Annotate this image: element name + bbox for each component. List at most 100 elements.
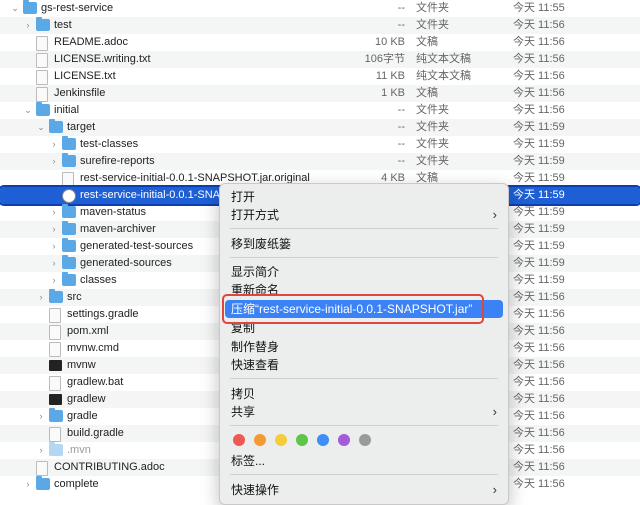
tag-color-dot[interactable] [359,434,371,446]
chevron-right-icon[interactable]: › [49,240,59,253]
tag-color-dot[interactable] [296,434,308,446]
document-icon [49,342,61,357]
file-size: 106字节 [364,53,405,65]
folder-icon [36,17,50,31]
file-name: generated-sources [80,257,172,269]
tag-color-dot[interactable] [338,434,350,446]
menu-item-label: 标签... [231,454,266,468]
menu-divider [230,257,498,258]
document-icon [49,376,61,391]
file-kind: 文稿 [416,87,438,99]
file-name: mvnw.cmd [67,342,119,354]
menu-item-label: 拷贝 [231,387,256,401]
chevron-right-icon[interactable]: › [49,155,59,168]
folder-icon [62,255,76,269]
document-icon [36,53,48,68]
file-date: 今天 11:56 [513,427,565,439]
chevron-right-icon: › [492,404,497,419]
file-name: README.adoc [54,36,128,48]
menu-item-quick-actions[interactable]: 快速操作 › [225,481,503,499]
menu-item-label: 移到废纸篓 [231,237,292,251]
file-date: 今天 11:56 [513,308,565,320]
file-row[interactable]: Jenkinsfile 1 KB 文稿 今天 11:56 [0,85,640,102]
menu-item-duplicate[interactable]: 复制 [225,319,503,337]
file-size: -- [397,2,405,14]
file-row[interactable]: LICENSE.writing.txt 106字节 纯文本文稿 今天 11:56 [0,51,640,68]
file-row[interactable]: › surefire-reports -- 文件夹 今天 11:59 [0,153,640,170]
menu-item-label: 打开方式 [231,208,280,222]
menu-item-tags[interactable]: 标签... [225,452,503,470]
file-row[interactable]: › test-classes -- 文件夹 今天 11:59 [0,136,640,153]
file-date: 今天 11:56 [513,36,565,48]
menu-item-share[interactable]: 共享 › [225,403,503,421]
chevron-right-icon[interactable]: › [49,257,59,270]
menu-item-get-info[interactable]: 显示简介 [225,263,503,281]
document-icon [36,36,48,51]
chevron-right-icon[interactable]: › [49,274,59,287]
file-name: .mvn [67,444,91,456]
folder-icon [62,238,76,252]
file-row[interactable]: ⌄ target -- 文件夹 今天 11:59 [0,119,640,136]
file-name: pom.xml [67,325,109,337]
file-date: 今天 11:59 [513,240,565,252]
menu-divider [230,425,498,426]
folder-icon [36,102,50,116]
tag-color-dot[interactable] [233,434,245,446]
folder-icon [36,476,50,490]
menu-item-label: 重新命名 [231,283,280,297]
file-name: LICENSE.writing.txt [54,53,151,65]
file-row[interactable]: ⌄ gs-rest-service -- 文件夹 今天 11:55 [0,0,640,17]
chevron-right-icon[interactable]: › [49,206,59,219]
chevron-right-icon[interactable]: › [23,478,33,491]
chevron-right-icon[interactable]: › [36,410,46,423]
file-size: -- [397,155,405,167]
file-date: 今天 11:56 [513,359,565,371]
file-size: 1 KB [381,87,405,99]
menu-item-label: 压缩“rest-service-initial-0.0.1-SNAPSHOT.j… [231,302,473,316]
file-date: 今天 11:59 [513,121,565,133]
file-row[interactable]: LICENSE.txt 11 KB 纯文本文稿 今天 11:56 [0,68,640,85]
chevron-right-icon[interactable]: › [23,19,33,32]
tag-color-dot[interactable] [275,434,287,446]
folder-icon [49,408,63,422]
file-name: test [54,19,72,31]
menu-item-make-alias[interactable]: 制作替身 [225,338,503,356]
menu-item-open[interactable]: 打开 [225,188,503,206]
terminal-executable-icon [49,394,62,405]
file-row[interactable]: ⌄ initial -- 文件夹 今天 11:56 [0,102,640,119]
folder-icon [23,0,37,14]
menu-item-compress[interactable]: 压缩“rest-service-initial-0.0.1-SNAPSHOT.j… [225,300,503,318]
chevron-down-icon[interactable]: ⌄ [10,2,20,15]
jar-file-icon [62,189,76,203]
menu-divider [230,228,498,229]
menu-item-rename[interactable]: 重新命名 [225,281,503,299]
menu-item-move-to-trash[interactable]: 移到废纸篓 [225,235,503,253]
file-name: gradlew.bat [67,376,124,388]
menu-item-copy[interactable]: 拷贝 [225,385,503,403]
menu-item-quick-look[interactable]: 快速查看 [225,356,503,374]
file-name: generated-test-sources [80,240,194,252]
chevron-right-icon[interactable]: › [36,291,46,304]
chevron-right-icon: › [492,482,497,497]
file-row[interactable]: README.adoc 10 KB 文稿 今天 11:56 [0,34,640,51]
file-name: initial [54,104,80,116]
chevron-right-icon[interactable]: › [36,444,46,457]
file-name: surefire-reports [80,155,155,167]
chevron-down-icon[interactable]: ⌄ [36,121,46,134]
file-row[interactable]: › test -- 文件夹 今天 11:56 [0,17,640,34]
folder-icon [49,119,63,133]
document-icon [49,308,61,323]
context-menu: 打开 打开方式 › 移到废纸篓 显示简介 重新命名 压缩“rest-service… [219,183,509,505]
tag-color-dot[interactable] [254,434,266,446]
tag-color-dot[interactable] [317,434,329,446]
file-name: maven-archiver [80,223,156,235]
file-date: 今天 11:59 [513,138,565,150]
file-size: 10 KB [375,36,405,48]
document-icon [62,172,74,187]
file-kind: 文件夹 [416,121,449,133]
menu-item-label: 快速查看 [231,358,280,372]
chevron-down-icon[interactable]: ⌄ [23,104,33,117]
chevron-right-icon[interactable]: › [49,223,59,236]
menu-item-open-with[interactable]: 打开方式 › [225,206,503,224]
chevron-right-icon[interactable]: › [49,138,59,151]
